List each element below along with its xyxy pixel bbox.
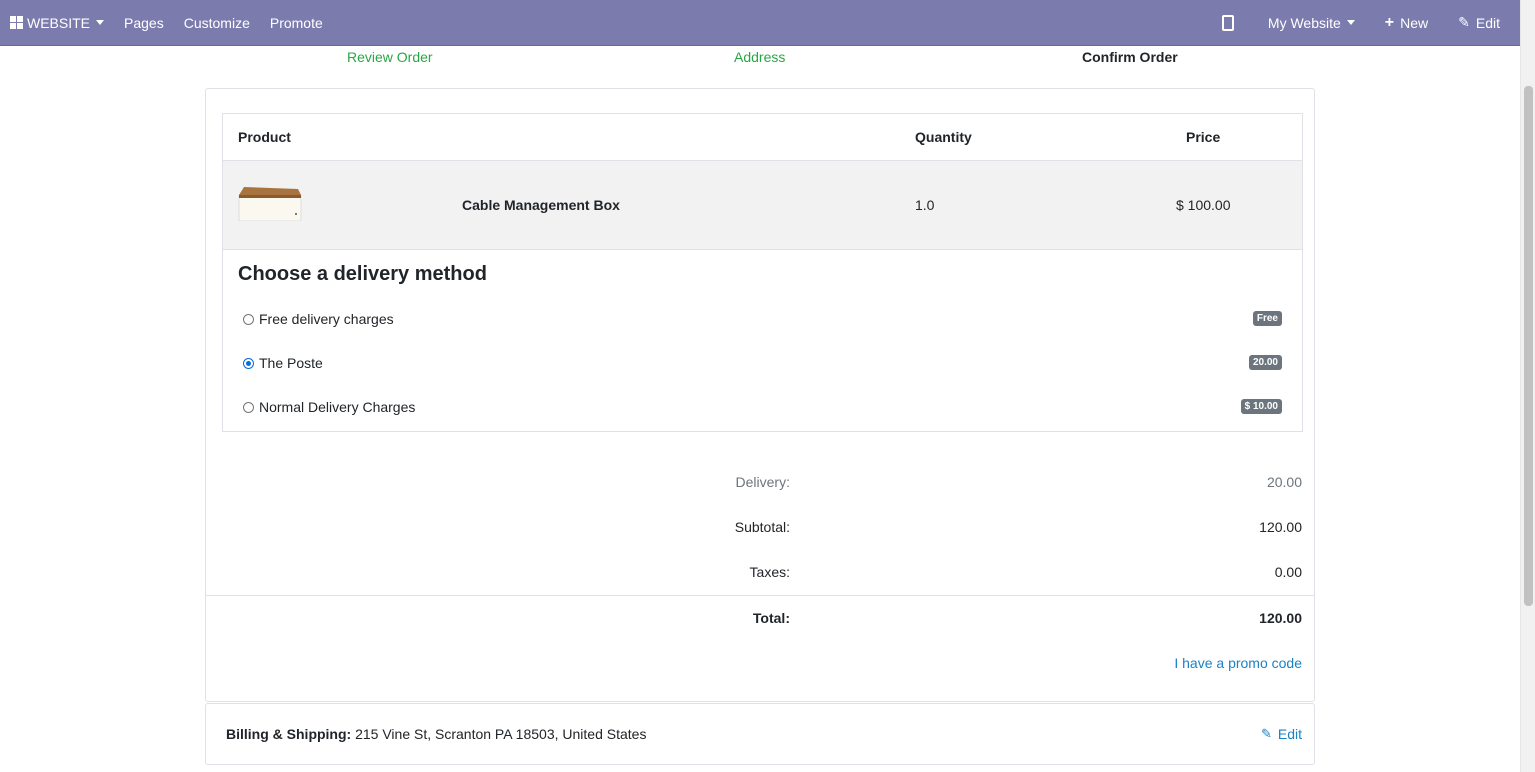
new-button-label: New xyxy=(1400,14,1429,31)
table-header: Product Quantity Price xyxy=(223,114,1302,161)
delivery-option-label: The Poste xyxy=(259,355,323,371)
product-quantity: 1.0 xyxy=(915,197,935,213)
caret-down-icon xyxy=(1346,20,1355,25)
customize-menu[interactable]: Customize xyxy=(174,0,260,45)
step-review-order[interactable]: Review Order xyxy=(347,49,433,65)
table-row: Cable Management Box 1.0 $ 100.00 xyxy=(223,161,1302,250)
subtotal-value: 120.00 xyxy=(1259,519,1302,535)
caret-down-icon xyxy=(96,20,105,25)
billing-shipping-text: Billing & Shipping: 215 Vine St, Scranto… xyxy=(226,726,646,742)
promo-code-link[interactable]: I have a promo code xyxy=(1174,655,1302,671)
pencil-icon: ✎ xyxy=(1458,14,1470,30)
subtotal-label: Subtotal: xyxy=(734,519,790,535)
edit-address-button[interactable]: ✎ Edit xyxy=(1261,726,1302,742)
edit-icon: ✎ xyxy=(1260,726,1272,741)
delivery-summary-value: 20.00 xyxy=(1266,474,1302,490)
radio-button[interactable] xyxy=(243,401,254,413)
taxes-label: Taxes: xyxy=(749,564,790,580)
delivery-method-heading: Choose a delivery method xyxy=(238,263,487,285)
website-menu-button[interactable]: WEBSITE xyxy=(0,0,114,45)
billing-address: 215 Vine St, Scranton PA 18503, United S… xyxy=(351,726,647,742)
step-address[interactable]: Address xyxy=(734,49,785,65)
pages-menu[interactable]: Pages xyxy=(114,0,174,45)
taxes-value: 0.00 xyxy=(1274,564,1302,580)
website-menu-label: WEBSITE xyxy=(27,14,91,31)
edit-page-button[interactable]: ✎ Edit xyxy=(1438,0,1510,45)
product-name[interactable]: Cable Management Box xyxy=(462,197,620,213)
radio-button[interactable] xyxy=(243,313,254,325)
product-image xyxy=(238,187,302,221)
product-price: $ 100.00 xyxy=(1176,197,1231,213)
mobile-phone-icon xyxy=(1221,14,1234,31)
delivery-price-badge: 20.00 xyxy=(1248,355,1282,370)
page-scrollbar[interactable] xyxy=(1520,0,1535,772)
total-label: Total: xyxy=(752,610,790,626)
order-card: Product Quantity Price Cable Management … xyxy=(205,88,1315,702)
step-confirm-order: Confirm Order xyxy=(1082,49,1178,65)
apps-grid-icon xyxy=(10,16,23,29)
edit-page-label: Edit xyxy=(1475,14,1500,31)
total-divider xyxy=(206,595,1314,596)
edit-address-label: Edit xyxy=(1277,726,1302,742)
delivery-price-badge: $ 10.00 xyxy=(1240,399,1282,414)
website-switcher-label: My Website xyxy=(1267,14,1341,31)
product-column-header: Product xyxy=(238,129,291,145)
scrollbar-thumb[interactable] xyxy=(1524,86,1533,606)
delivery-option-the-poste[interactable]: The Poste xyxy=(243,355,323,371)
billing-shipping-label: Billing & Shipping: xyxy=(226,726,352,742)
delivery-option-label: Normal Delivery Charges xyxy=(259,399,416,415)
website-switcher[interactable]: My Website xyxy=(1258,0,1365,45)
billing-shipping-card: Billing & Shipping: 215 Vine St, Scranto… xyxy=(205,703,1315,765)
delivery-option-normal[interactable]: Normal Delivery Charges xyxy=(243,399,415,415)
top-navbar: WEBSITE Pages Customize Promote My Websi… xyxy=(0,0,1520,46)
order-table: Product Quantity Price Cable Management … xyxy=(222,113,1303,432)
checkout-steps: Review Order Address Confirm Order xyxy=(205,46,1315,68)
promote-menu[interactable]: Promote xyxy=(260,0,333,45)
delivery-price-badge: Free xyxy=(1252,311,1282,326)
delivery-option-free[interactable]: Free delivery charges xyxy=(243,311,394,327)
mobile-preview-button[interactable] xyxy=(1212,0,1258,45)
new-button[interactable]: + New xyxy=(1365,0,1438,45)
delivery-summary-label: Delivery: xyxy=(735,474,790,490)
radio-button-selected[interactable] xyxy=(243,357,254,369)
quantity-column-header: Quantity xyxy=(915,129,972,145)
delivery-option-label: Free delivery charges xyxy=(259,311,394,327)
total-value: 120.00 xyxy=(1259,610,1302,626)
price-column-header: Price xyxy=(1186,129,1221,145)
plus-icon: + xyxy=(1384,13,1395,31)
